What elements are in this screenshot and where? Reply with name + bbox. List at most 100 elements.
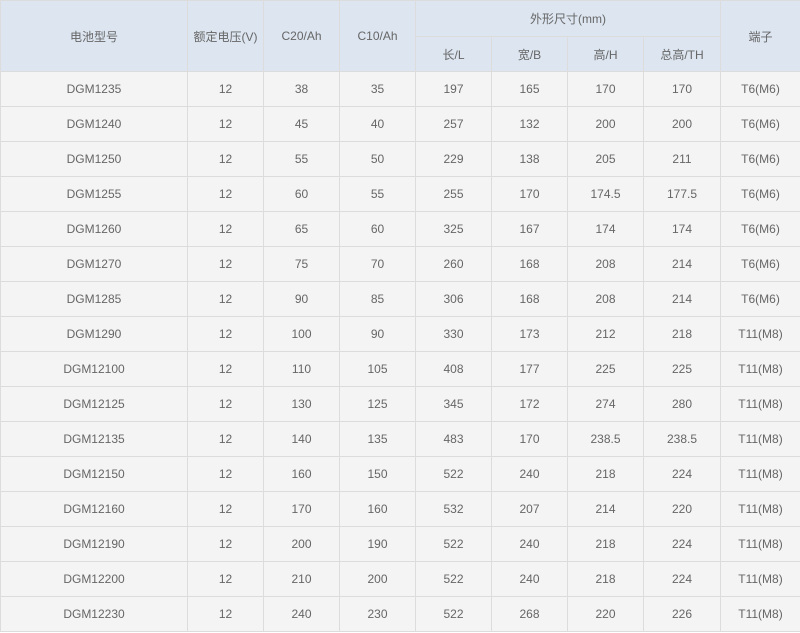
- cell-width: 268: [491, 596, 568, 632]
- cell-terminal: T11(M8): [720, 491, 800, 527]
- cell-voltage: 12: [187, 386, 264, 422]
- cell-voltage: 12: [187, 456, 264, 492]
- cell-c10: 160: [339, 491, 416, 527]
- cell-terminal: T11(M8): [720, 561, 800, 597]
- cell-c20: 65: [263, 211, 340, 247]
- cell-model: DGM1270: [0, 246, 188, 282]
- cell-voltage: 12: [187, 526, 264, 562]
- cell-c10: 200: [339, 561, 416, 597]
- cell-width: 240: [491, 526, 568, 562]
- cell-voltage: 12: [187, 561, 264, 597]
- table-row: DGM1240 12 45 40 257 132 200 200 T6(M6): [0, 106, 800, 142]
- cell-model: DGM1235: [0, 71, 188, 107]
- cell-total-height: 214: [643, 246, 721, 282]
- cell-terminal: T11(M8): [720, 316, 800, 352]
- cell-length: 229: [415, 141, 492, 177]
- cell-c20: 38: [263, 71, 340, 107]
- cell-width: 165: [491, 71, 568, 107]
- cell-voltage: 12: [187, 421, 264, 457]
- cell-model: DGM12125: [0, 386, 188, 422]
- cell-height: 218: [567, 456, 644, 492]
- cell-c20: 170: [263, 491, 340, 527]
- battery-spec-table: 电池型号 额定电压(V) C20/Ah C10/Ah 外形尺寸(mm) 端子 长…: [0, 0, 800, 632]
- cell-width: 207: [491, 491, 568, 527]
- cell-total-height: 170: [643, 71, 721, 107]
- table-row: DGM12160 12 170 160 532 207 214 220 T11(M8): [0, 491, 800, 527]
- cell-height: 205: [567, 141, 644, 177]
- cell-c20: 45: [263, 106, 340, 142]
- cell-voltage: 12: [187, 491, 264, 527]
- cell-width: 240: [491, 561, 568, 597]
- cell-terminal: T6(M6): [720, 141, 800, 177]
- table-row: DGM1255 12 60 55 255 170 174.5 177.5 T6(M6): [0, 176, 800, 212]
- cell-c20: 210: [263, 561, 340, 597]
- cell-model: DGM1285: [0, 281, 188, 317]
- cell-terminal: T11(M8): [720, 596, 800, 632]
- cell-model: DGM12230: [0, 596, 188, 632]
- table-row: DGM12135 12 140 135 483 170 238.5 238.5 T11(M8): [0, 421, 800, 457]
- table-row: DGM1250 12 55 50 229 138 205 211 T6(M6): [0, 141, 800, 177]
- cell-terminal: T11(M8): [720, 386, 800, 422]
- table-row: DGM12125 12 130 125 345 172 274 280 T11(M8): [0, 386, 800, 422]
- cell-model: DGM12190: [0, 526, 188, 562]
- cell-voltage: 12: [187, 141, 264, 177]
- cell-total-height: 211: [643, 141, 721, 177]
- cell-total-height: 224: [643, 456, 721, 492]
- cell-c20: 200: [263, 526, 340, 562]
- cell-height: 225: [567, 351, 644, 387]
- cell-c20: 100: [263, 316, 340, 352]
- cell-terminal: T11(M8): [720, 351, 800, 387]
- cell-length: 522: [415, 561, 492, 597]
- cell-total-height: 177.5: [643, 176, 721, 212]
- cell-c10: 60: [339, 211, 416, 247]
- cell-width: 240: [491, 456, 568, 492]
- header-terminal: 端子: [720, 0, 800, 72]
- cell-width: 172: [491, 386, 568, 422]
- cell-length: 255: [415, 176, 492, 212]
- table-row: DGM12190 12 200 190 522 240 218 224 T11(M8): [0, 526, 800, 562]
- cell-total-height: 226: [643, 596, 721, 632]
- header-width: 宽/B: [491, 36, 568, 72]
- cell-length: 330: [415, 316, 492, 352]
- table-row: DGM1290 12 100 90 330 173 212 218 T11(M8): [0, 316, 800, 352]
- cell-length: 325: [415, 211, 492, 247]
- cell-c20: 110: [263, 351, 340, 387]
- cell-terminal: T11(M8): [720, 526, 800, 562]
- table-header: 电池型号 额定电压(V) C20/Ah C10/Ah 外形尺寸(mm) 端子 长…: [0, 0, 800, 72]
- header-c10: C10/Ah: [339, 0, 416, 72]
- cell-length: 345: [415, 386, 492, 422]
- cell-voltage: 12: [187, 596, 264, 632]
- cell-c20: 90: [263, 281, 340, 317]
- cell-model: DGM12100: [0, 351, 188, 387]
- cell-c10: 50: [339, 141, 416, 177]
- cell-length: 408: [415, 351, 492, 387]
- header-total-height: 总高/TH: [643, 36, 721, 72]
- cell-terminal: T11(M8): [720, 421, 800, 457]
- cell-height: 170: [567, 71, 644, 107]
- cell-c10: 230: [339, 596, 416, 632]
- cell-voltage: 12: [187, 211, 264, 247]
- cell-c10: 125: [339, 386, 416, 422]
- cell-c10: 150: [339, 456, 416, 492]
- cell-terminal: T6(M6): [720, 211, 800, 247]
- cell-c20: 60: [263, 176, 340, 212]
- table-row: DGM12230 12 240 230 522 268 220 226 T11(M8): [0, 596, 800, 632]
- cell-c10: 190: [339, 526, 416, 562]
- table-row: DGM12150 12 160 150 522 240 218 224 T11(M8): [0, 456, 800, 492]
- cell-c10: 90: [339, 316, 416, 352]
- cell-terminal: T6(M6): [720, 71, 800, 107]
- cell-c20: 240: [263, 596, 340, 632]
- cell-c10: 55: [339, 176, 416, 212]
- cell-length: 197: [415, 71, 492, 107]
- cell-width: 170: [491, 421, 568, 457]
- header-voltage: 额定电压(V): [187, 0, 264, 72]
- cell-c10: 85: [339, 281, 416, 317]
- cell-terminal: T6(M6): [720, 106, 800, 142]
- cell-length: 306: [415, 281, 492, 317]
- cell-width: 167: [491, 211, 568, 247]
- table-row: DGM1270 12 75 70 260 168 208 214 T6(M6): [0, 246, 800, 282]
- cell-total-height: 214: [643, 281, 721, 317]
- cell-terminal: T6(M6): [720, 176, 800, 212]
- cell-c20: 130: [263, 386, 340, 422]
- cell-voltage: 12: [187, 281, 264, 317]
